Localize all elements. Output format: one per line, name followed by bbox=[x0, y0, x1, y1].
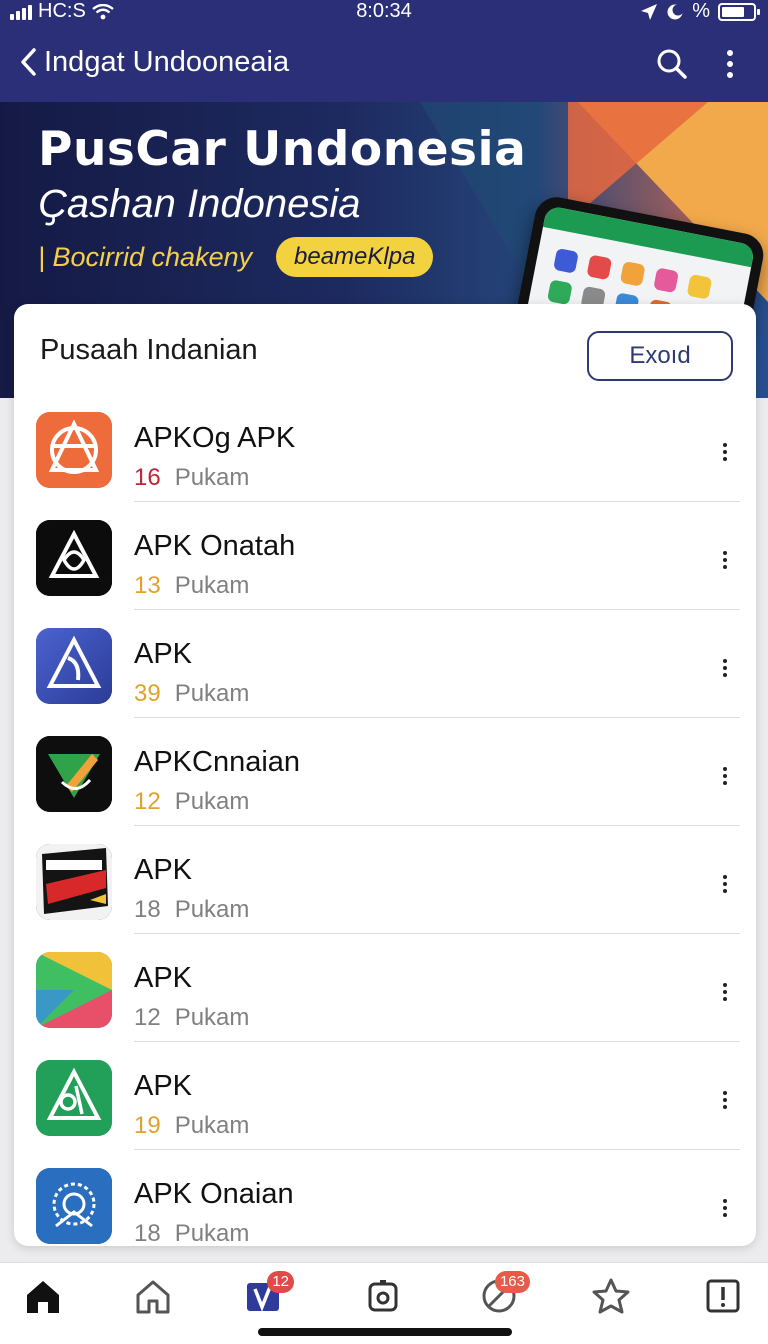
app-unit: Pukam bbox=[174, 1004, 250, 1031]
app-name: APK bbox=[134, 962, 193, 994]
item-menu-button[interactable] bbox=[714, 756, 736, 796]
home-outline-icon bbox=[136, 1280, 170, 1314]
back-button[interactable] bbox=[14, 42, 42, 82]
overflow-menu-button[interactable] bbox=[712, 44, 748, 84]
list-item[interactable]: APK Onaian 18 Pukam bbox=[14, 1150, 756, 1246]
triangle-green-icon bbox=[36, 1060, 112, 1136]
app-meta: 16 Pukam bbox=[134, 464, 249, 492]
banner-subtitle: Ҫashan Indonesia bbox=[38, 182, 361, 226]
top-bar: HC:S 8:0:34 % Indgat Undooneaia bbox=[0, 0, 768, 102]
search-button[interactable] bbox=[652, 44, 692, 84]
app-title: Indgat Undooneaia bbox=[44, 46, 290, 78]
search-icon bbox=[657, 49, 687, 79]
list-item[interactable]: APK 39 Pukam bbox=[14, 610, 756, 718]
app-count: 16 bbox=[134, 464, 161, 491]
app-unit: Pukam bbox=[174, 680, 250, 707]
app-unit: Pukam bbox=[174, 1112, 250, 1139]
item-menu-button[interactable] bbox=[714, 648, 736, 688]
camera-icon bbox=[368, 1280, 398, 1312]
star-icon bbox=[592, 1278, 630, 1314]
app-meta: 19 Pukam bbox=[134, 1112, 249, 1140]
section-title: Pusaah Indanian bbox=[40, 334, 258, 366]
app-name: APK Onatah bbox=[134, 530, 296, 562]
list-item[interactable]: APK 12 Pukam bbox=[14, 934, 756, 1042]
item-menu-button[interactable] bbox=[714, 540, 736, 580]
app-count: 12 bbox=[134, 1004, 161, 1031]
triangle-blue-icon bbox=[36, 628, 112, 704]
app-bar: Indgat Undooneaia bbox=[0, 36, 768, 92]
nav-favorites[interactable] bbox=[584, 1271, 638, 1321]
chevron-left-icon bbox=[21, 48, 36, 76]
app-count: 13 bbox=[134, 572, 161, 599]
app-list: APKOg APK 16 Pukam APK Onatah 13 Pukam APK… bbox=[14, 394, 756, 1246]
compass-star-icon bbox=[36, 412, 112, 488]
nav-alerts[interactable] bbox=[696, 1271, 750, 1321]
app-name: APK bbox=[134, 854, 193, 886]
app-name: APK Onaian bbox=[134, 1178, 294, 1210]
app-unit: Pukam bbox=[174, 788, 250, 815]
nav-home-active[interactable] bbox=[16, 1271, 70, 1321]
app-meta: 13 Pukam bbox=[134, 572, 249, 600]
item-menu-button[interactable] bbox=[714, 432, 736, 472]
item-menu-button[interactable] bbox=[714, 864, 736, 904]
app-meta: 39 Pukam bbox=[134, 680, 249, 708]
app-count: 18 bbox=[134, 896, 161, 923]
app-count: 39 bbox=[134, 680, 161, 707]
list-item[interactable]: APK 18 Pukam bbox=[14, 826, 756, 934]
app-meta: 18 Pukam bbox=[134, 896, 249, 924]
section-action-button[interactable]: Exoıd bbox=[587, 331, 733, 381]
app-name: APKCnnaian bbox=[134, 746, 301, 778]
app-unit: Pukam bbox=[174, 464, 250, 491]
nav-blocked[interactable]: 163 bbox=[472, 1271, 530, 1321]
item-menu-button[interactable] bbox=[714, 972, 736, 1012]
list-item[interactable]: APKCnnaian 12 Pukam bbox=[14, 718, 756, 826]
play-triangle-icon bbox=[36, 952, 112, 1028]
location-icon bbox=[641, 3, 658, 20]
triangle-heart-icon bbox=[36, 520, 112, 596]
app-unit: Pukam bbox=[174, 1220, 250, 1246]
nav-camera[interactable] bbox=[356, 1271, 410, 1321]
nav-home[interactable] bbox=[126, 1271, 180, 1321]
app-name: APK bbox=[134, 1070, 193, 1102]
nav-badge: 163 bbox=[494, 1271, 530, 1293]
pencil-triangle-icon bbox=[36, 736, 112, 812]
nav-badge: 12 bbox=[267, 1271, 294, 1293]
list-item[interactable]: APK 19 Pukam bbox=[14, 1042, 756, 1150]
alert-icon bbox=[706, 1279, 740, 1313]
app-name: APKOg APK bbox=[134, 422, 296, 454]
status-bar: HC:S 8:0:34 % bbox=[0, 0, 768, 24]
item-menu-button[interactable] bbox=[714, 1188, 736, 1228]
gear-badge-icon bbox=[36, 1168, 112, 1244]
banner-title: PusCar Undonesia bbox=[38, 122, 527, 177]
app-meta: 12 Pukam bbox=[134, 1004, 249, 1032]
item-menu-button[interactable] bbox=[714, 1080, 736, 1120]
app-count: 12 bbox=[134, 788, 161, 815]
more-vert-icon bbox=[727, 50, 733, 78]
banner-tagline: | Bocirrid chakeny bbox=[38, 242, 253, 272]
app-list-card: Pusaah Indanian Exoıd APKOg APK 16 Pukam … bbox=[14, 304, 756, 1246]
list-item[interactable]: APK Onatah 13 Pukam bbox=[14, 502, 756, 610]
kbgtel-logo-icon bbox=[36, 844, 112, 920]
home-indicator[interactable] bbox=[258, 1328, 512, 1336]
nav-apps[interactable]: 12 bbox=[236, 1271, 294, 1321]
app-unit: Pukam bbox=[174, 572, 250, 599]
moon-icon bbox=[667, 4, 684, 19]
app-unit: Pukam bbox=[174, 896, 250, 923]
battery-icon bbox=[718, 2, 760, 21]
banner-pill-button[interactable]: beameKlpa bbox=[276, 237, 434, 277]
app-count: 18 bbox=[134, 1220, 161, 1246]
app-meta: 18 Pukam bbox=[134, 1220, 249, 1246]
app-name: APK bbox=[134, 638, 193, 670]
home-filled-icon bbox=[27, 1281, 59, 1313]
app-meta: 12 Pukam bbox=[134, 788, 249, 816]
battery-percent: % bbox=[692, 0, 710, 22]
app-count: 19 bbox=[134, 1112, 161, 1139]
list-item[interactable]: APKOg APK 16 Pukam bbox=[14, 394, 756, 502]
